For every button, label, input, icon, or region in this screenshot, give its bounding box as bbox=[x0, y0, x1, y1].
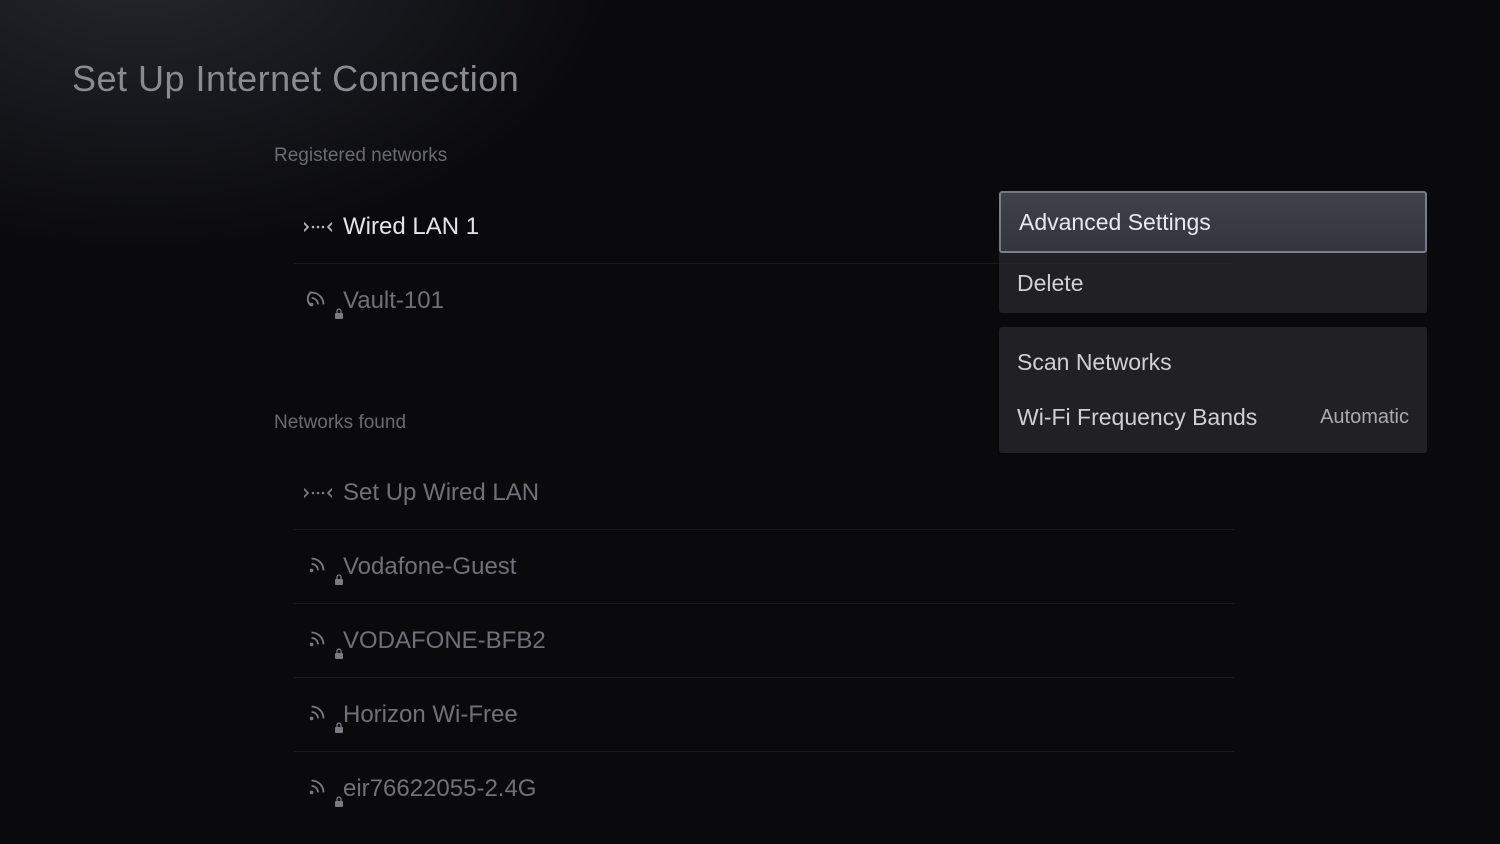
context-menu: Advanced Settings Delete Scan Networks W… bbox=[999, 191, 1427, 467]
menu-item-label: Wi-Fi Frequency Bands bbox=[1017, 404, 1257, 431]
network-item-setup-wired-lan[interactable]: Set Up Wired LAN bbox=[294, 456, 1234, 530]
wifi-icon bbox=[294, 778, 342, 800]
page-title: Set Up Internet Connection bbox=[72, 58, 519, 100]
network-item-eir76622055[interactable]: eir76622055-2.4G bbox=[294, 752, 1234, 826]
context-menu-group-1: Advanced Settings Delete bbox=[999, 191, 1427, 313]
network-label: Vault-101 bbox=[343, 287, 444, 315]
menu-item-wifi-frequency-bands[interactable]: Wi-Fi Frequency Bands Automatic bbox=[999, 390, 1427, 445]
menu-item-label: Delete bbox=[1017, 270, 1083, 297]
menu-item-label: Scan Networks bbox=[1017, 349, 1172, 376]
network-item-vodafone-guest[interactable]: Vodafone-Guest bbox=[294, 530, 1234, 604]
network-item-horizon-wifree[interactable]: Horizon Wi-Free bbox=[294, 678, 1234, 752]
lock-icon bbox=[334, 722, 344, 734]
registered-networks-label: Registered networks bbox=[274, 145, 447, 167]
network-label: eir76622055-2.4G bbox=[343, 775, 536, 803]
network-label: VODAFONE-BFB2 bbox=[343, 627, 546, 655]
network-item-vodafone-bfb2[interactable]: VODAFONE-BFB2 bbox=[294, 604, 1234, 678]
wifi-icon bbox=[294, 556, 342, 578]
lock-icon bbox=[334, 308, 344, 320]
menu-item-delete[interactable]: Delete bbox=[999, 253, 1427, 313]
network-label: Vodafone-Guest bbox=[343, 553, 516, 581]
menu-item-advanced-settings[interactable]: Advanced Settings bbox=[999, 191, 1427, 253]
network-label: Horizon Wi-Free bbox=[343, 701, 518, 729]
lock-icon bbox=[334, 574, 344, 586]
menu-item-label: Advanced Settings bbox=[1019, 209, 1211, 236]
wifi-icon bbox=[294, 290, 342, 312]
network-label: Wired LAN 1 bbox=[343, 213, 479, 241]
wifi-icon bbox=[294, 704, 342, 726]
context-menu-group-2: Scan Networks Wi-Fi Frequency Bands Auto… bbox=[999, 327, 1427, 453]
network-label: Set Up Wired LAN bbox=[343, 479, 539, 507]
wired-icon bbox=[294, 484, 342, 502]
networks-found-label: Networks found bbox=[274, 412, 406, 434]
lock-icon bbox=[334, 648, 344, 660]
lock-icon bbox=[334, 796, 344, 808]
menu-item-scan-networks[interactable]: Scan Networks bbox=[999, 335, 1427, 390]
wifi-icon bbox=[294, 630, 342, 652]
menu-item-value: Automatic bbox=[1320, 406, 1409, 429]
networks-found-list: Set Up Wired LAN Vodafone-Guest bbox=[294, 456, 1234, 826]
wired-icon bbox=[294, 218, 342, 236]
